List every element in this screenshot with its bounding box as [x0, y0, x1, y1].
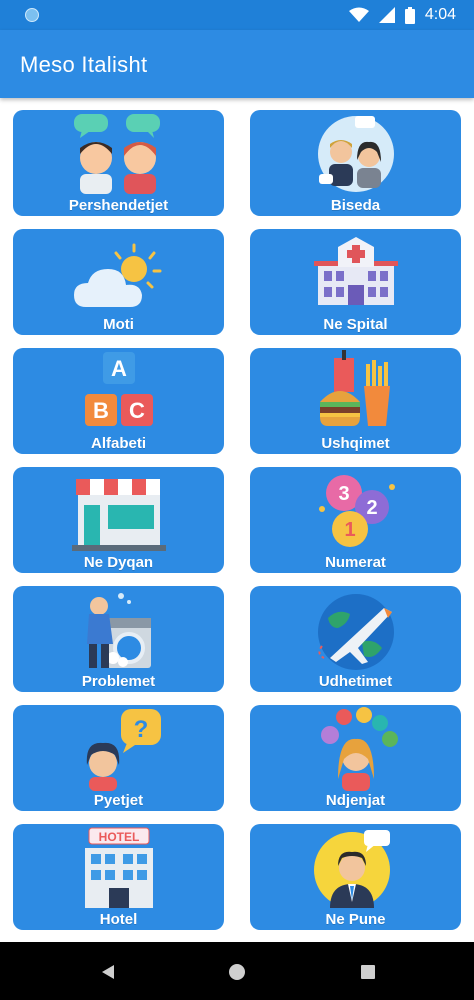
greeting-people-icon [73, 114, 160, 194]
tile-label: Udhetimet [318, 673, 393, 690]
tile-ndjenjat[interactable]: Ndjenjat [250, 705, 461, 811]
status-bar: 4:04 [0, 0, 474, 30]
signal-icon [378, 7, 395, 23]
tile-moti[interactable]: Moti [13, 229, 224, 335]
tile-pyetjet[interactable]: ? Pyetjet [13, 705, 224, 811]
alphabet-blocks-icon: A B C [84, 352, 153, 426]
tile-label: Alfabeti [90, 435, 146, 452]
tile-label: Pyetjet [93, 792, 144, 809]
tile-alfabeti[interactable]: A B C Alfabeti [13, 348, 224, 454]
tile-ne-dyqan[interactable]: Ne Dyqan [13, 467, 224, 573]
numbers-icon: 3 2 1 [318, 475, 395, 547]
system-nav-bar [0, 942, 474, 1000]
tile-biseda[interactable]: Biseda [250, 110, 461, 216]
laundry-problem-icon [86, 593, 151, 668]
tile-hotel[interactable]: HOTEL Hotel [13, 824, 224, 930]
tile-label: Hotel [99, 911, 138, 928]
work-man-icon [313, 830, 390, 908]
tile-pershendetjet[interactable]: Pershendetjet [13, 110, 224, 216]
tile-ne-spital[interactable]: Ne Spital [250, 229, 461, 335]
conversation-icon [317, 116, 394, 192]
notification-dot-icon [25, 8, 39, 22]
feelings-icon [320, 707, 398, 791]
tile-label: Ne Pune [325, 911, 386, 928]
ball-2-number: 2 [366, 497, 377, 519]
tile-udhetimet[interactable]: Udhetimet [250, 586, 461, 692]
block-b-letter: B [93, 398, 109, 423]
tile-numerat[interactable]: 3 2 1 Numerat [250, 467, 461, 573]
hotel-sign-text: HOTEL [98, 830, 139, 844]
status-time: 4:04 [424, 6, 456, 23]
tile-problemet[interactable]: Problemet [13, 586, 224, 692]
category-grid: Pershendetjet Biseda Moti Ne Spital A B … [0, 98, 474, 942]
app-bar: Meso Italisht [0, 30, 474, 98]
food-icon [319, 350, 390, 426]
tile-label: Biseda [330, 197, 381, 214]
tile-label: Numerat [325, 554, 386, 571]
ball-1-number: 1 [344, 519, 355, 541]
hospital-icon [313, 237, 398, 305]
tile-label: Moti [103, 316, 134, 333]
wifi-icon [348, 7, 369, 22]
block-a-letter: A [111, 356, 127, 381]
hotel-icon: HOTEL [84, 827, 153, 908]
tile-label: Ndjenjat [325, 792, 386, 809]
back-icon[interactable] [98, 962, 118, 982]
ball-3-number: 3 [338, 483, 349, 505]
tile-label: Problemet [81, 673, 156, 690]
recents-icon[interactable] [358, 962, 378, 982]
block-c-letter: C [129, 398, 145, 423]
tile-label: Pershendetjet [68, 197, 169, 214]
tile-label: Ushqimet [321, 435, 390, 452]
travel-plane-icon [317, 594, 394, 670]
tile-ushqimet[interactable]: Ushqimet [250, 348, 461, 454]
svg-text:?: ? [133, 716, 148, 743]
app-title: Meso Italisht [20, 52, 148, 77]
question-girl-icon: ? [86, 709, 161, 791]
home-icon[interactable] [227, 962, 247, 982]
tile-label: Ne Spital [323, 316, 388, 333]
tile-ne-pune[interactable]: Ne Pune [250, 824, 461, 930]
weather-icon [73, 243, 161, 307]
tile-label: Ne Dyqan [83, 554, 154, 571]
shop-icon [71, 479, 166, 551]
battery-icon [404, 6, 415, 24]
